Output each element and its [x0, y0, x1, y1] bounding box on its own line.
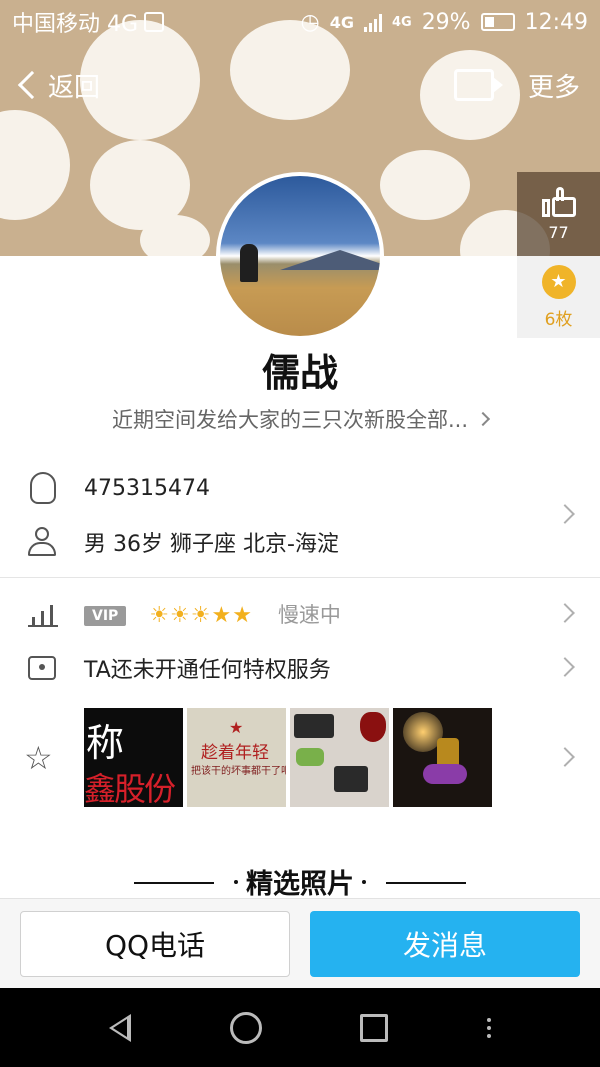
privilege-text: TA还未开通任何特权服务	[84, 658, 331, 683]
medal-icon: ★	[541, 264, 576, 299]
battery-icon	[480, 13, 515, 31]
photo-caption: 鑫股份	[84, 770, 176, 807]
divider	[0, 577, 600, 578]
photo-caption: 把该干的坏事都干了吧	[191, 766, 286, 777]
signature[interactable]: 近期空间发给大家的三只次新股全部...	[0, 404, 600, 434]
like-button[interactable]: 77	[517, 172, 600, 256]
medal-count: 6枚	[544, 309, 573, 330]
star-outline-icon: ☆	[24, 739, 53, 777]
photo-detail	[334, 766, 368, 792]
image-notification-icon	[144, 12, 165, 32]
action-bar: QQ电话 发消息	[0, 898, 600, 988]
photo-thumbnail[interactable]	[290, 708, 389, 807]
chevron-right-icon	[555, 603, 575, 623]
photo-caption: 称	[86, 721, 125, 765]
level-icon	[28, 601, 58, 627]
carrier-label: 中国移动 4G	[12, 12, 139, 37]
photo-detail	[294, 714, 334, 738]
avatar[interactable]	[216, 172, 384, 340]
signal-icon	[363, 12, 382, 32]
vip-row[interactable]: VIP ☀☀☀★★ 慢速中	[0, 592, 600, 636]
nav-menu-icon[interactable]	[486, 1017, 491, 1038]
featured-photos-heading: 精选照片	[0, 862, 600, 901]
privilege-row[interactable]: TA还未开通任何特权服务	[0, 646, 600, 690]
photo-thumbnail[interactable]: 称 鑫股份	[84, 708, 183, 807]
status-bar: 中国移动 4G ◷ 4G 4G 29% 12:49	[0, 0, 600, 44]
system-navigation-bar	[0, 988, 600, 1067]
qq-number: 475315474	[84, 475, 210, 501]
section-title: 精选照片	[246, 869, 354, 900]
chevron-left-icon	[17, 70, 47, 100]
alarm-icon: ◷	[300, 9, 320, 35]
thumbs-up-icon	[541, 186, 576, 217]
level-icons: ☀☀☀★★	[149, 603, 253, 628]
qq-call-button[interactable]: QQ电话	[20, 911, 290, 977]
qq-number-row: 475315474	[0, 466, 600, 510]
like-count: 77	[548, 222, 569, 242]
photo-wall: 称 鑫股份 ★ 趁着年轻 把该干的坏事都干了吧	[84, 708, 492, 807]
nav-recents-icon[interactable]	[360, 1013, 389, 1042]
cover-decoration	[140, 215, 210, 256]
battery-percent: 29%	[421, 9, 471, 35]
chevron-right-icon	[555, 657, 575, 677]
divider-dot	[234, 880, 238, 884]
acceleration-status: 慢速中	[277, 603, 341, 627]
basic-info-row[interactable]: 男 36岁 狮子座 北京-海淀	[0, 520, 600, 564]
signature-text: 近期空间发给大家的三只次新股全部...	[111, 408, 469, 432]
back-button[interactable]: 返回	[16, 67, 100, 104]
avatar-person	[240, 244, 258, 282]
divider-line	[386, 882, 466, 884]
back-label: 返回	[48, 72, 101, 103]
send-message-button[interactable]: 发消息	[310, 911, 580, 977]
red-star-icon: ★	[229, 718, 244, 737]
privilege-crown-icon	[28, 656, 56, 680]
photo-detail	[360, 712, 386, 742]
photo-thumbnail[interactable]	[393, 708, 492, 807]
nickname: 儒战	[261, 351, 338, 395]
qq-penguin-icon	[30, 472, 56, 504]
basic-info: 男 36岁 狮子座 北京-海淀	[84, 532, 339, 557]
cover-decoration	[380, 150, 470, 220]
chevron-right-icon	[475, 411, 491, 427]
nav-home-icon[interactable]	[229, 1011, 262, 1044]
cover-decoration	[0, 110, 70, 220]
top-navigation: 返回 更多	[0, 58, 600, 112]
divider-dot	[362, 880, 366, 884]
video-cover-icon[interactable]	[453, 69, 503, 101]
clock: 12:49	[524, 9, 588, 35]
network-type-b: 4G	[391, 14, 412, 30]
photo-caption: 趁着年轻	[201, 743, 269, 763]
medal-button[interactable]: ★ 6枚	[517, 256, 600, 338]
more-button[interactable]: 更多	[528, 67, 580, 104]
photo-thumbnail[interactable]: ★ 趁着年轻 把该干的坏事都干了吧	[187, 708, 286, 807]
avatar-mountain	[280, 250, 380, 270]
divider-line	[134, 882, 214, 884]
photo-detail	[296, 748, 324, 766]
nav-back-icon[interactable]	[109, 1013, 132, 1042]
vip-badge: VIP	[84, 606, 127, 626]
chevron-right-icon	[555, 747, 575, 767]
network-type-a: 4G	[329, 12, 354, 32]
photo-detail	[423, 764, 467, 784]
person-icon	[28, 527, 56, 557]
